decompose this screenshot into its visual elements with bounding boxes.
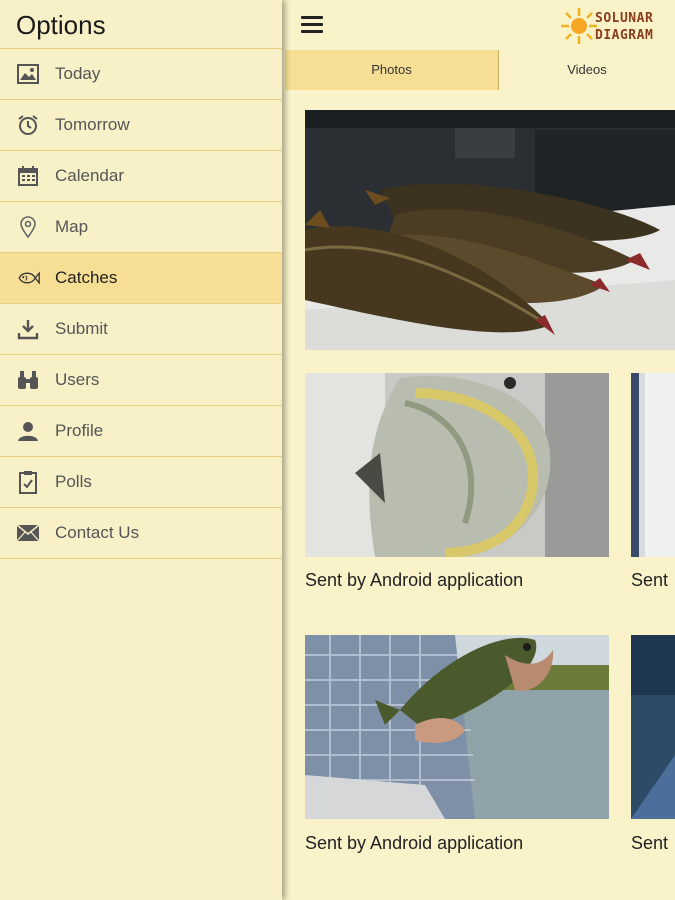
menu-item-today[interactable]: Today [0,49,282,100]
image-icon [16,62,40,86]
menu-item-label: Submit [55,319,108,338]
drawer-title: Options [0,0,282,49]
catch-photo[interactable] [305,635,609,819]
menu-item-tomorrow[interactable]: Tomorrow [0,100,282,151]
menu-item-polls[interactable]: Polls [0,457,282,508]
menu-item-catches[interactable]: Catches [0,253,282,304]
main-content: SOLUNAR DIAGRAM Photos Videos Sent by An… [285,0,675,900]
tab-bar: Photos Videos [285,50,675,90]
catch-photo-partial[interactable] [631,635,675,819]
download-icon [16,317,40,341]
top-bar: SOLUNAR DIAGRAM [285,0,675,50]
photo-caption: Sent by Android application [305,833,524,853]
person-icon [16,419,40,443]
menu-item-contact-us[interactable]: Contact Us [0,508,282,559]
menu-item-label: Map [55,217,89,236]
menu-item-profile[interactable]: Profile [0,406,282,457]
menu-item-submit[interactable]: Submit [0,304,282,355]
menu-item-label: Profile [55,421,104,440]
menu-item-label: Catches [55,268,118,287]
menu-item-label: Polls [55,472,92,491]
solunar-diagram-logo: SOLUNAR DIAGRAM [559,6,669,50]
tab-videos[interactable]: Videos [499,50,675,90]
clipboard-icon [16,470,40,494]
binoculars-icon [16,368,40,392]
sun-icon [561,8,597,44]
logo-text: SOLUNAR DIAGRAM [595,10,653,44]
menu-item-label: Contact Us [55,523,140,542]
photo-caption: Sent [631,833,669,853]
envelope-icon [16,521,40,545]
calendar-icon [16,164,40,188]
menu-item-users[interactable]: Users [0,355,282,406]
menu-item-label: Tomorrow [55,115,130,134]
catch-photo[interactable] [305,110,675,350]
navigation-drawer: Options Today Tomorrow Calendar Map Catc… [0,0,282,900]
tab-photos[interactable]: Photos [285,50,499,90]
logo-line-2: DIAGRAM [595,28,654,43]
catch-photo[interactable] [305,373,609,557]
menu-item-label: Calendar [55,166,124,185]
logo-line-1: SOLUNAR [595,11,654,26]
menu-item-calendar[interactable]: Calendar [0,151,282,202]
fish-icon [16,266,40,290]
menu-icon[interactable] [301,16,323,34]
catch-photo-partial[interactable] [631,373,675,557]
menu-item-map[interactable]: Map [0,202,282,253]
map-pin-icon [16,215,40,239]
menu-item-label: Users [55,370,100,389]
photo-caption: Sent [631,570,669,590]
alarm-clock-icon [16,113,40,137]
photo-caption: Sent by Android application [305,570,524,590]
menu-item-label: Today [55,64,101,83]
